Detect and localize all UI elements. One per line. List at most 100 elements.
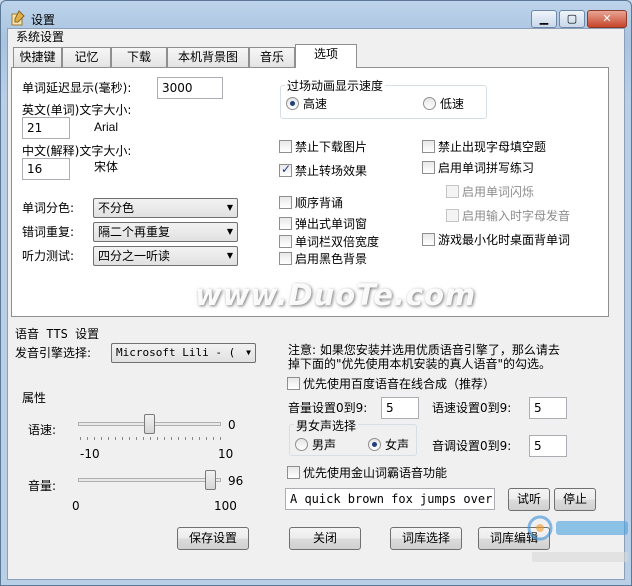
- repeat-select[interactable]: 隔二个再重复 ▼: [93, 222, 238, 242]
- jinshan-label[interactable]: 优先使用金山词霸语音功能: [303, 464, 447, 481]
- en-size-label: 英文(单词)文字大小:: [22, 103, 132, 117]
- rate-max-label: 10: [218, 447, 234, 461]
- speed-slow-radio[interactable]: [423, 97, 436, 110]
- speed-fast-radio[interactable]: [286, 97, 299, 110]
- no-blank-checkbox[interactable]: [422, 140, 435, 153]
- sequential-checkbox[interactable]: [279, 196, 292, 209]
- flash-label[interactable]: 启用单词闪烁: [462, 183, 534, 200]
- rate-value: 0: [228, 418, 236, 432]
- cn-size-label: 中文(解释)文字大小:: [22, 144, 132, 158]
- listen-select[interactable]: 四分之一听读 ▼: [93, 246, 238, 266]
- letter-sound-checkbox[interactable]: [446, 209, 459, 222]
- pitch-input[interactable]: 5: [529, 435, 567, 457]
- window-title: 设置: [31, 13, 56, 27]
- chevron-down-icon: ▼: [246, 348, 251, 357]
- minimized-label[interactable]: 游戏最小化时桌面背单词: [438, 231, 570, 248]
- slider-tick: [108, 437, 109, 440]
- no-transition-checkbox[interactable]: [279, 162, 292, 177]
- volume-slider-track[interactable]: [78, 478, 221, 482]
- en-size-input[interactable]: 21: [22, 117, 70, 139]
- pitch-label: 音调设置0到9:: [432, 439, 512, 453]
- cn-font-name[interactable]: 宋体: [94, 158, 118, 175]
- tts-section-label: 语音 TTS 设置: [15, 327, 100, 341]
- tab-music[interactable]: 音乐: [249, 47, 295, 67]
- color-label: 单词分色:: [22, 201, 75, 215]
- no-transition-label[interactable]: 禁止转场效果: [295, 162, 367, 179]
- section-label-system: 系统设置: [16, 30, 65, 44]
- delay-input[interactable]: 3000: [157, 77, 223, 99]
- tab-memory[interactable]: 记忆: [62, 47, 111, 67]
- stop-button[interactable]: 停止: [554, 488, 596, 511]
- engine-select[interactable]: Microsoft Lili - ( ▼: [111, 343, 256, 363]
- letter-sound-label[interactable]: 启用输入时字母发音: [462, 207, 570, 224]
- sample-text-input[interactable]: A quick brown fox jumps over: [285, 488, 495, 510]
- slider-tick: [115, 437, 116, 440]
- speed-fast-label[interactable]: 高速: [303, 95, 327, 112]
- delay-label: 单词延迟显示(毫秒):: [22, 81, 132, 95]
- save-button[interactable]: 保存设置: [177, 527, 249, 550]
- repeat-select-value: 隔二个再重复: [98, 225, 171, 239]
- volume-input[interactable]: 5: [381, 397, 419, 419]
- female-label[interactable]: 女声: [385, 436, 409, 453]
- slider-tick: [101, 437, 102, 440]
- slider-tick: [220, 437, 221, 440]
- no-download-img-checkbox[interactable]: [279, 140, 292, 153]
- maximize-button[interactable]: ▢: [559, 10, 585, 28]
- chevron-down-icon: ▼: [226, 227, 233, 236]
- volume-slider-label: 音量:: [28, 479, 57, 493]
- speed-input[interactable]: 5: [529, 397, 567, 419]
- engine-select-value: Microsoft Lili - (: [116, 346, 236, 359]
- double-width-label[interactable]: 单词栏双倍宽度: [295, 233, 379, 250]
- rate-min-label: -10: [80, 447, 100, 461]
- color-select[interactable]: 不分色 ▼: [93, 198, 238, 218]
- volume-label: 音量设置0到9:: [288, 401, 368, 415]
- lib-select-button[interactable]: 词库选择: [390, 527, 462, 550]
- speed-label: 语速设置0到9:: [432, 401, 512, 415]
- rate-label: 语速:: [28, 423, 57, 437]
- close-button[interactable]: 关闭: [289, 527, 361, 550]
- popup-label[interactable]: 弹出式单词窗: [295, 215, 367, 232]
- minimize-button[interactable]: ▁: [531, 10, 557, 28]
- minimized-checkbox[interactable]: [422, 233, 435, 246]
- slider-tick: [164, 437, 165, 440]
- jinshan-checkbox[interactable]: [287, 466, 300, 479]
- sequential-label[interactable]: 顺序背诵: [295, 194, 343, 211]
- spell-checkbox[interactable]: [422, 161, 435, 174]
- tab-options[interactable]: 选项: [295, 44, 357, 68]
- popup-checkbox[interactable]: [279, 217, 292, 230]
- no-download-img-label[interactable]: 禁止下载图片: [295, 138, 367, 155]
- volume-slider-value: 96: [228, 474, 244, 488]
- dark-bg-checkbox[interactable]: [279, 252, 292, 265]
- spell-label[interactable]: 启用单词拼写练习: [438, 159, 534, 176]
- listen-button[interactable]: 试听: [508, 488, 550, 511]
- slider-tick: [94, 437, 95, 440]
- rate-slider-thumb[interactable]: [144, 414, 155, 434]
- volume-max-label: 100: [214, 499, 237, 513]
- baidu-checkbox[interactable]: [287, 377, 300, 390]
- flash-checkbox[interactable]: [446, 185, 459, 198]
- slider-tick: [136, 437, 137, 440]
- listen-select-value: 四分之一听读: [98, 249, 171, 263]
- cn-size-input[interactable]: 16: [22, 158, 70, 180]
- no-blank-label[interactable]: 禁止出现字母填空题: [438, 138, 546, 155]
- tab-download[interactable]: 下载: [111, 47, 167, 67]
- speed-group-label: 过场动画显示速度: [285, 77, 386, 94]
- double-width-checkbox[interactable]: [279, 235, 292, 248]
- volume-min-label: 0: [72, 499, 80, 513]
- female-radio[interactable]: [368, 438, 381, 451]
- tab-background[interactable]: 本机背景图: [167, 47, 249, 67]
- en-font-name[interactable]: Arial: [94, 120, 118, 134]
- male-label[interactable]: 男声: [312, 436, 336, 453]
- chevron-down-icon: ▼: [226, 251, 233, 260]
- listen-label: 听力测试:: [22, 249, 75, 263]
- tab-hotkeys[interactable]: 快捷键: [13, 47, 62, 67]
- baidu-label[interactable]: 优先使用百度语音在线合成（推荐）: [303, 375, 495, 392]
- male-radio[interactable]: [295, 438, 308, 451]
- volume-slider-thumb[interactable]: [204, 470, 216, 490]
- slider-tick: [185, 437, 186, 440]
- close-window-button[interactable]: ✕: [587, 10, 627, 28]
- props-label: 属性: [22, 391, 47, 405]
- speed-slow-label[interactable]: 低速: [440, 95, 464, 112]
- dark-bg-label[interactable]: 启用黑色背景: [295, 250, 367, 267]
- color-select-value: 不分色: [98, 201, 135, 215]
